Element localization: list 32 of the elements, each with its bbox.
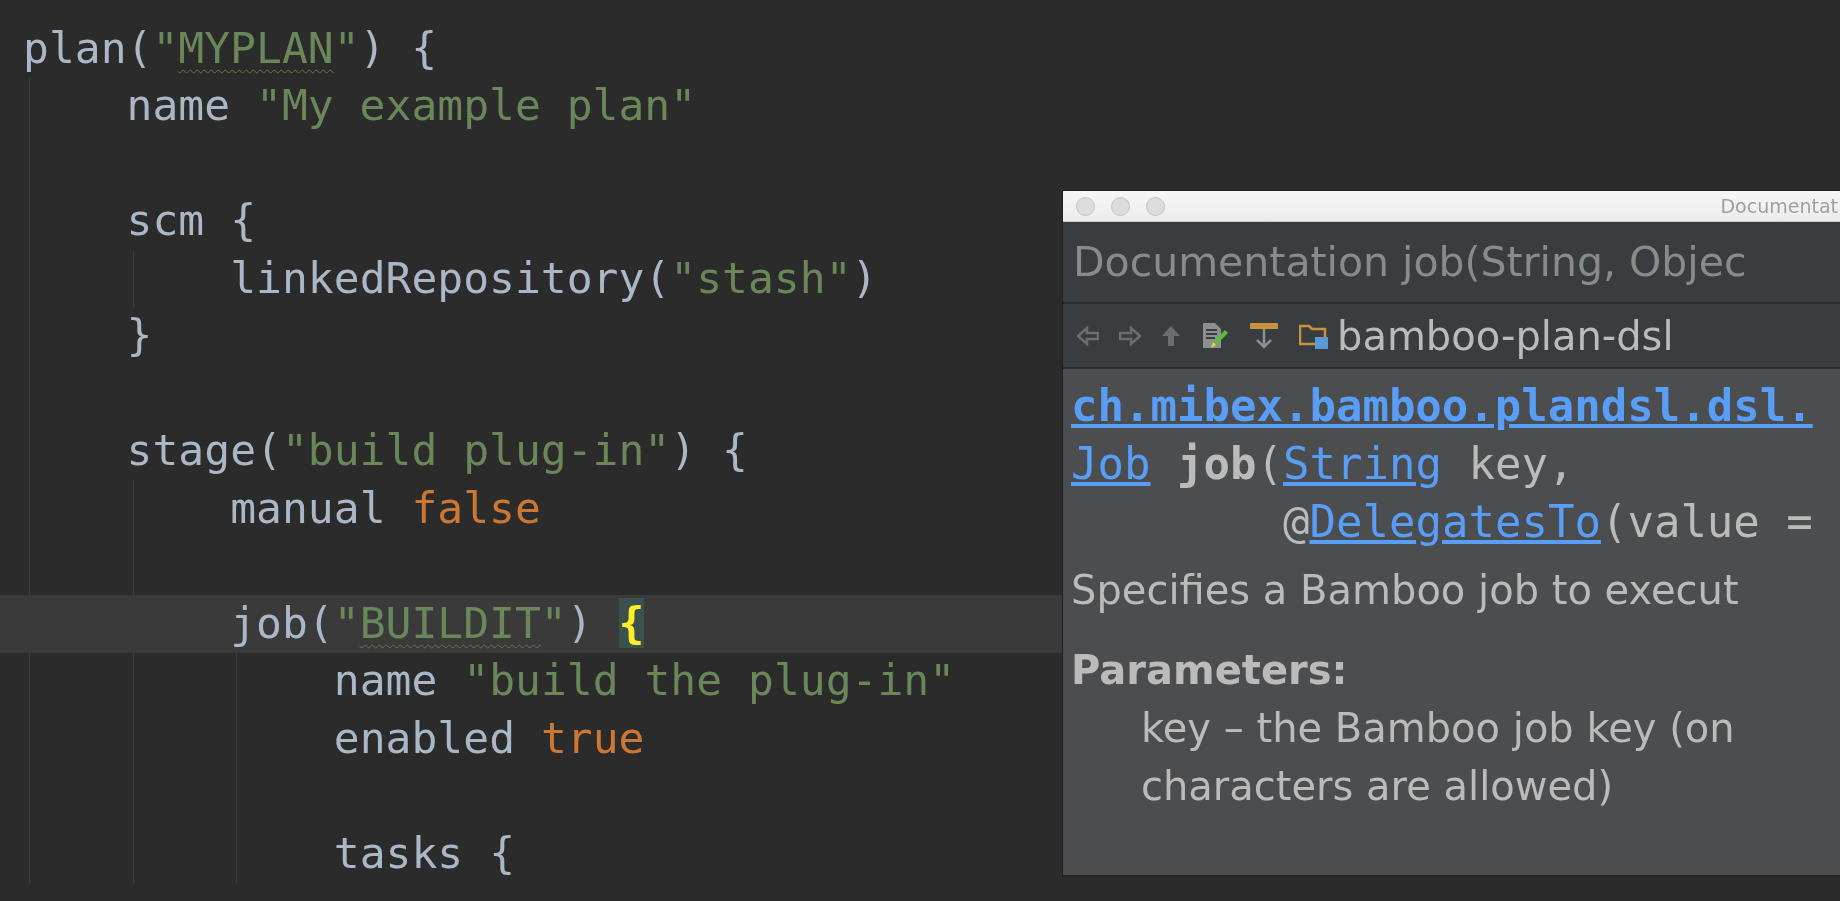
code-line: manual false — [230, 482, 541, 535]
forward-icon[interactable] — [1119, 325, 1141, 346]
code-line: job("BUILDIT") { — [230, 597, 645, 650]
package-link[interactable]: ch.mibex.bamboo.plandsl.dsl. — [1071, 377, 1813, 435]
up-arrow-icon[interactable] — [1161, 324, 1181, 347]
popup-header: Documentation job(String, Objec — [1073, 238, 1747, 286]
code-line: name "build the plug-in" — [333, 655, 956, 708]
parameter-description: characters are allowed) — [1141, 762, 1614, 811]
parameters-heading: Parameters: — [1071, 646, 1348, 695]
parameter-description: key – the Bamboo job key (on — [1141, 704, 1735, 753]
type-link[interactable]: String — [1282, 438, 1442, 489]
signature-line: @DelegatesTo(value = — [1283, 495, 1813, 549]
type-link[interactable]: DelegatesTo — [1309, 496, 1601, 547]
code-line: linkedRepository("stash") — [230, 252, 878, 305]
code-line: name "My example plan" — [126, 80, 697, 133]
type-link[interactable]: Job — [1071, 438, 1151, 489]
code-line: } — [126, 310, 153, 363]
window-title: Documentat — [1720, 195, 1838, 217]
close-button[interactable] — [1076, 196, 1095, 216]
edit-source-icon[interactable] — [1201, 321, 1229, 350]
code-line: stage("build plug-in") { — [126, 425, 748, 478]
description-text: Specifies a Bamboo job to execut — [1071, 566, 1739, 615]
code-line: scm { — [126, 195, 257, 248]
signature-line: Job job(String key, — [1071, 437, 1575, 491]
back-icon[interactable] — [1077, 325, 1099, 346]
code-line: plan("MYPLAN") { — [23, 22, 438, 75]
code-line: enabled true — [333, 712, 645, 765]
minimize-button[interactable] — [1111, 196, 1130, 216]
download-icon[interactable] — [1249, 321, 1279, 350]
zoom-button[interactable] — [1146, 196, 1165, 216]
code-line: tasks { — [333, 827, 515, 880]
location-label: bamboo-plan-dsl — [1337, 312, 1674, 359]
